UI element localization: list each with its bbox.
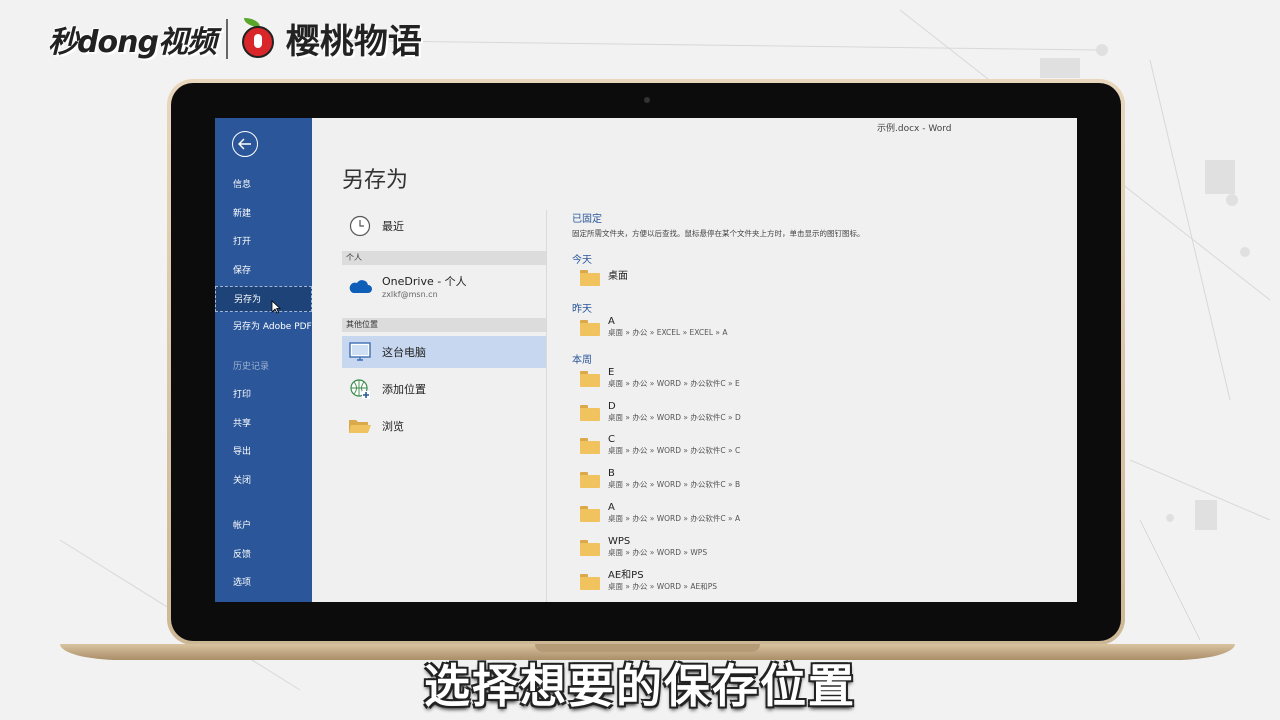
location-onedrive[interactable]: OneDrive - 个人 zxlkf@msn.cn bbox=[342, 268, 547, 304]
onedrive-account: zxlkf@msn.cn bbox=[382, 290, 438, 299]
word-backstage-screen: 信息 新建 打开 保存 另存为 另存为 Adobe PDF 历史记录 打印 共享… bbox=[215, 118, 1077, 602]
folder-row-yesterday-a[interactable]: A 桌面 » 办公 » EXCEL » EXCEL » A bbox=[580, 316, 728, 338]
folder-name: C bbox=[608, 434, 615, 445]
sidebar-item-close[interactable]: 关闭 bbox=[215, 468, 312, 494]
logo-separator bbox=[225, 18, 228, 59]
folder-path: 桌面 » 办公 » WORD » 办公软件C » D bbox=[608, 413, 741, 422]
today-header: 今天 bbox=[572, 255, 592, 266]
onedrive-label: OneDrive - 个人 bbox=[382, 275, 467, 288]
pinned-header: 已固定 bbox=[572, 214, 602, 225]
window-title: 示例.docx - Word bbox=[877, 124, 952, 134]
sidebar-item-options[interactable]: 选项 bbox=[215, 570, 312, 596]
watermark-branding: 秒dong视频 樱桃物语 bbox=[48, 14, 422, 63]
location-this-pc-label: 这台电脑 bbox=[382, 346, 426, 359]
folder-row-desktop[interactable]: 桌面 bbox=[580, 266, 628, 288]
cloud-icon bbox=[347, 273, 373, 299]
clock-icon bbox=[347, 213, 373, 239]
back-arrow-icon[interactable] bbox=[232, 131, 258, 157]
location-add-place-label: 添加位置 bbox=[382, 383, 426, 396]
sidebar-item-share[interactable]: 共享 bbox=[215, 411, 312, 437]
folder-row-week[interactable]: B 桌面 » 办公 » WORD » 办公软件C » B bbox=[580, 468, 740, 490]
folder-row-week[interactable]: WPS 桌面 » 办公 » WORD » WPS bbox=[580, 536, 707, 558]
webcam bbox=[644, 97, 650, 103]
location-recent-label: 最近 bbox=[382, 220, 404, 233]
folder-icon bbox=[580, 320, 600, 336]
folder-icon bbox=[580, 270, 600, 286]
sidebar-item-new[interactable]: 新建 bbox=[215, 201, 312, 227]
sidebar-item-save[interactable]: 保存 bbox=[215, 258, 312, 284]
folder-icon bbox=[580, 472, 600, 488]
folder-icon bbox=[580, 574, 600, 590]
location-browse-label: 浏览 bbox=[382, 420, 404, 433]
folder-name: D bbox=[608, 401, 616, 412]
folder-name: E bbox=[608, 367, 615, 378]
folder-icon bbox=[580, 371, 600, 387]
mouse-cursor-icon bbox=[271, 300, 281, 314]
sidebar-item-open[interactable]: 打开 bbox=[215, 229, 312, 255]
cherry-mic-icon bbox=[238, 17, 276, 58]
yesterday-header: 昨天 bbox=[572, 304, 592, 315]
sidebar-item-export[interactable]: 导出 bbox=[215, 439, 312, 465]
folder-icon bbox=[580, 438, 600, 454]
sidebar-item-account[interactable]: 帐户 bbox=[215, 513, 312, 539]
folder-row-week[interactable]: C 桌面 » 办公 » WORD » 办公软件C » C bbox=[580, 434, 740, 456]
folder-path: 桌面 » 办公 » WORD » WPS bbox=[608, 548, 708, 557]
pinned-description: 固定所需文件夹，方便以后查找。鼠标悬停在某个文件夹上方时，单击显示的图钉图标。 bbox=[572, 229, 865, 238]
folder-row-week[interactable]: AE和PS 桌面 » 办公 » WORD » AE和PS bbox=[580, 570, 717, 592]
folder-name: A bbox=[608, 316, 615, 327]
sidebar-item-history: 历史记录 bbox=[233, 362, 270, 372]
sidebar-item-save-as[interactable]: 另存为 bbox=[215, 286, 312, 312]
column-divider bbox=[546, 210, 547, 602]
video-caption: 选择想要的保存位置 bbox=[424, 659, 856, 713]
computer-icon bbox=[347, 339, 373, 365]
folder-path: 桌面 » 办公 » WORD » 办公软件C » A bbox=[608, 514, 741, 523]
folder-row-week[interactable]: E 桌面 » 办公 » WORD » 办公软件C » E bbox=[580, 367, 740, 389]
personal-section-header: 个人 bbox=[342, 251, 547, 265]
folder-name: 桌面 bbox=[608, 271, 628, 282]
location-browse[interactable]: 浏览 bbox=[342, 410, 547, 442]
other-locations-header: 其他位置 bbox=[342, 318, 547, 332]
page-title: 另存为 bbox=[342, 168, 409, 193]
folder-icon bbox=[580, 506, 600, 522]
folder-row-week[interactable]: A 桌面 » 办公 » WORD » 办公软件C » A bbox=[580, 502, 740, 524]
folder-path: 桌面 » 办公 » WORD » 办公软件C » C bbox=[608, 446, 741, 455]
sidebar-item-info[interactable]: 信息 bbox=[215, 172, 312, 198]
sidebar-item-save-as-pdf[interactable]: 另存为 Adobe PDF bbox=[215, 318, 312, 350]
miaodong-logo: 秒dong视频 bbox=[48, 24, 217, 60]
location-recent[interactable]: 最近 bbox=[342, 210, 547, 242]
folder-row-week[interactable]: D 桌面 » 办公 » WORD » 办公软件C » D bbox=[580, 401, 741, 423]
open-folder-icon bbox=[347, 413, 373, 439]
yingtao-logo: 樱桃物语 bbox=[285, 22, 422, 62]
globe-add-icon bbox=[347, 376, 373, 402]
folder-name: A bbox=[608, 502, 615, 513]
folder-name: AE和PS bbox=[608, 570, 644, 581]
location-add-place[interactable]: 添加位置 bbox=[342, 373, 547, 405]
sidebar-item-print[interactable]: 打印 bbox=[215, 382, 312, 408]
folder-path: 桌面 » 办公 » WORD » AE和PS bbox=[608, 582, 718, 591]
folder-path: 桌面 » 办公 » EXCEL » EXCEL » A bbox=[608, 328, 728, 337]
backstage-sidebar: 信息 新建 打开 保存 另存为 另存为 Adobe PDF 历史记录 打印 共享… bbox=[215, 118, 312, 602]
folder-icon bbox=[580, 405, 600, 421]
sidebar-item-feedback[interactable]: 反馈 bbox=[215, 542, 312, 568]
folder-path: 桌面 » 办公 » WORD » 办公软件C » B bbox=[608, 480, 741, 489]
folder-icon bbox=[580, 540, 600, 556]
this-week-header: 本周 bbox=[572, 355, 592, 366]
location-this-pc[interactable]: 这台电脑 bbox=[342, 336, 547, 368]
folder-name: WPS bbox=[608, 536, 631, 547]
folder-name: B bbox=[608, 468, 615, 479]
folder-path: 桌面 » 办公 » WORD » 办公软件C » E bbox=[608, 379, 740, 388]
